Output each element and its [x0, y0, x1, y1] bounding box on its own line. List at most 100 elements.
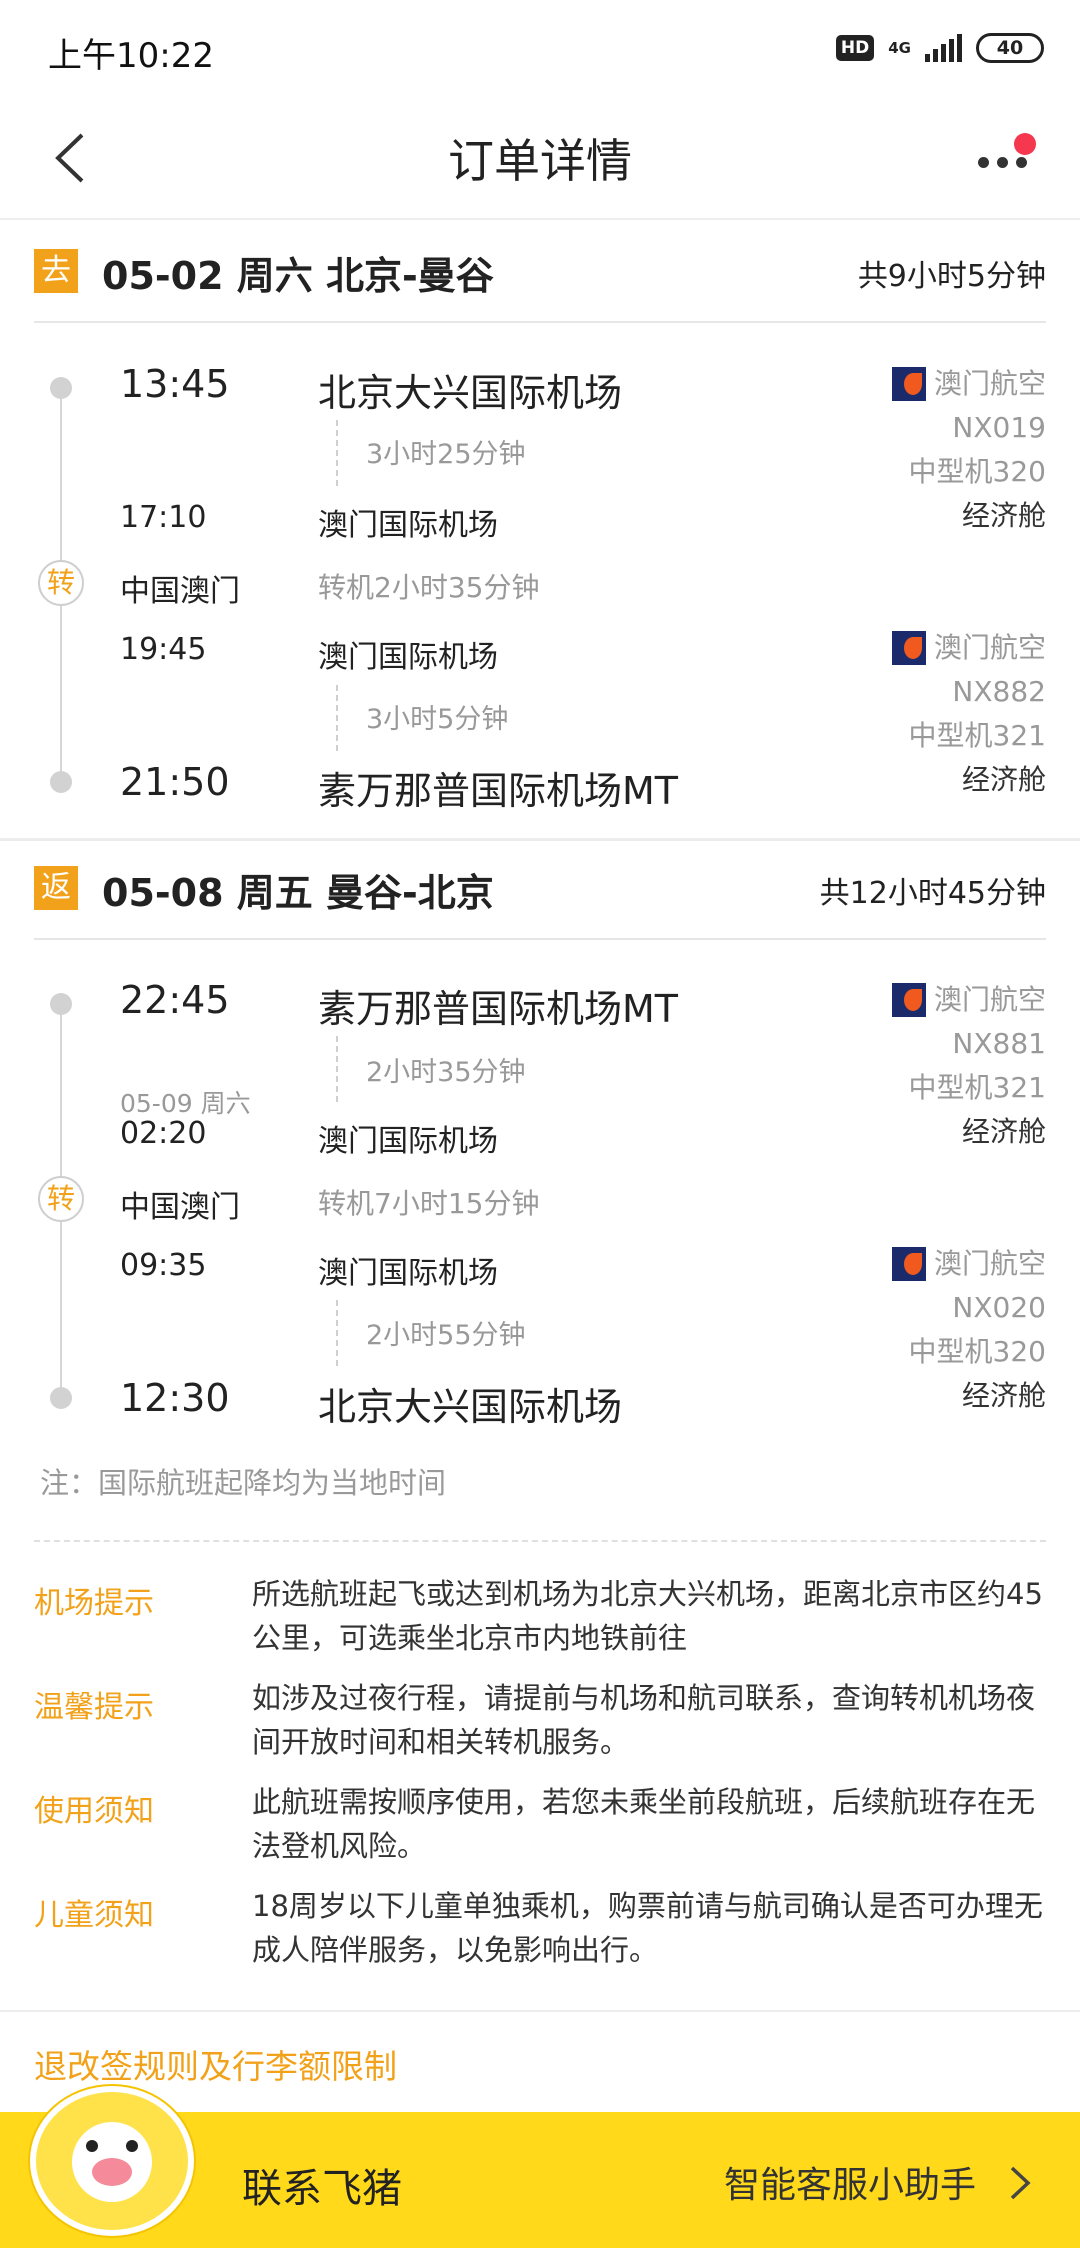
- airline-name: 澳门航空: [933, 367, 1046, 400]
- flight-duration: 3小时25分钟: [366, 439, 526, 470]
- timeline-dot: [50, 993, 72, 1015]
- airline-info: 澳门航空 NX881 中型机321 经济舱: [891, 978, 1046, 1154]
- arrival-airport: 澳门国际机场: [318, 1124, 498, 1159]
- arrival-airport: 北京大兴国际机场: [318, 1385, 623, 1429]
- chevron-right-svg: [1010, 2166, 1031, 2200]
- transfer-duration: 转机7小时15分钟: [318, 1187, 540, 1220]
- outbound-badge: 去: [34, 249, 78, 293]
- section-divider: [0, 2010, 1080, 2012]
- tip-label-warm: 温馨提示: [34, 1690, 154, 1725]
- airline-name: 澳门航空: [933, 983, 1046, 1016]
- transfer-duration: 转机2小时35分钟: [318, 571, 540, 604]
- tip-text-airport: 所选航班起飞或达到机场为北京大兴机场，距离北京市区约45公里，可选乘坐北京市内地…: [252, 1577, 1043, 1655]
- local-time-note: 注：国际航班起降均为当地时间: [40, 1466, 447, 1500]
- airline-logo: [891, 631, 926, 665]
- arrival-time: 02:20: [120, 1116, 207, 1151]
- airline-info: 澳门航空 NX020 中型机320 经济舱: [891, 1242, 1046, 1418]
- timeline-dot: [50, 1387, 72, 1409]
- return-badge: 返: [34, 866, 78, 910]
- outbound-title: 05-02 周六 北京-曼谷: [102, 254, 494, 298]
- timeline-dot: [50, 771, 72, 793]
- timeline-dot: [50, 377, 72, 399]
- tip-label-usage: 使用须知: [34, 1794, 154, 1829]
- mascot-face: [72, 2122, 152, 2202]
- hd-icon: HD: [835, 35, 875, 61]
- aircraft-type: 中型机321: [908, 1071, 1046, 1104]
- tip-label-children: 儿童须知: [34, 1898, 154, 1933]
- arrival-date: 05-09 周六: [120, 1089, 251, 1118]
- segment-dash: [336, 1300, 338, 1366]
- airline-logo: [891, 367, 926, 401]
- status-time: 上午10:22: [48, 36, 214, 76]
- flight-number: NX882: [952, 675, 1046, 708]
- departure-time: 22:45: [120, 978, 230, 1022]
- departure-airport: 北京大兴国际机场: [318, 371, 623, 415]
- nav-header: 订单详情: [0, 95, 1080, 220]
- refund-baggage-rules-link[interactable]: 退改签规则及行李额限制: [34, 2040, 397, 2088]
- arrival-airport: 素万那普国际机场MT: [318, 769, 678, 813]
- departure-time: 19:45: [120, 632, 207, 667]
- transfer-city: 中国澳门: [120, 574, 240, 609]
- divider: [34, 321, 1046, 323]
- more-icon: [978, 157, 1027, 168]
- battery-icon: 40: [976, 33, 1044, 63]
- airline-info: 澳门航空 NX882 中型机321 经济舱: [891, 626, 1046, 802]
- contact-fliggy-button[interactable]: 联系飞猪: [242, 2156, 402, 2214]
- tip-text-usage: 此航班需按顺序使用，若您未乘坐前段航班，后续航班存在无法登机风险。: [252, 1785, 1036, 1863]
- airline-logo: [891, 1247, 926, 1281]
- cabin-class: 经济舱: [961, 499, 1046, 532]
- tip-label-airport: 机场提示: [34, 1586, 154, 1621]
- page-title: 订单详情: [448, 134, 632, 188]
- airline-name: 澳门航空: [933, 1247, 1046, 1280]
- flight-duration: 3小时5分钟: [366, 704, 509, 735]
- signal-icon: [925, 34, 962, 62]
- segment-dash: [336, 1036, 338, 1102]
- flight-duration: 2小时55分钟: [366, 1320, 526, 1351]
- order-detail-page: 上午10:22 HD 4G 40 订单详情 去 05-02 周六 北京-曼谷 共…: [0, 0, 1080, 2248]
- return-title: 05-08 周五 曼谷-北京: [102, 871, 494, 915]
- tip-text-warm: 如涉及过夜行程，请提前与机场和航司联系，查询转机机场夜间开放时间和相关转机服务。: [252, 1681, 1036, 1759]
- segment-dash: [336, 685, 338, 751]
- airline-logo: [891, 983, 926, 1017]
- cabin-class: 经济舱: [961, 1115, 1046, 1148]
- mascot-avatar: [30, 2086, 194, 2236]
- flight-number: NX020: [952, 1291, 1046, 1324]
- more-button[interactable]: [968, 125, 1040, 195]
- arrival-time: 17:10: [120, 500, 207, 535]
- segment-dash: [336, 420, 338, 486]
- mascot-eye: [126, 2140, 138, 2152]
- dashed-divider: [34, 1540, 1046, 1542]
- status-icons: HD 4G 40: [835, 30, 1044, 66]
- transfer-icon: 转: [38, 560, 84, 606]
- transfer-city: 中国澳门: [120, 1190, 240, 1225]
- arrival-airport: 澳门国际机场: [318, 508, 498, 543]
- aircraft-type: 中型机320: [908, 1335, 1046, 1368]
- status-bar: 上午10:22 HD 4G 40: [0, 0, 1080, 95]
- mascot-eye: [86, 2140, 98, 2152]
- departure-airport: 澳门国际机场: [318, 640, 498, 675]
- section-divider: [0, 838, 1080, 841]
- flight-duration: 2小时35分钟: [366, 1057, 526, 1088]
- return-header: 返 05-08 周五 曼谷-北京 共12小时45分钟: [0, 842, 1080, 937]
- mascot-nose: [92, 2158, 132, 2186]
- cabin-class: 经济舱: [961, 763, 1046, 796]
- return-total-duration: 共12小时45分钟: [819, 876, 1046, 911]
- airline-name: 澳门航空: [933, 631, 1046, 664]
- chevron-right-icon[interactable]: [1000, 2160, 1040, 2206]
- cabin-class: 经济舱: [961, 1379, 1046, 1412]
- aircraft-type: 中型机320: [908, 455, 1046, 488]
- flight-number: NX881: [952, 1027, 1046, 1060]
- network-type: 4G: [888, 39, 911, 57]
- divider: [34, 938, 1046, 940]
- departure-time: 13:45: [120, 362, 230, 406]
- transfer-icon: 转: [38, 1176, 84, 1222]
- smart-assistant-button[interactable]: 智能客服小助手: [724, 2156, 976, 2208]
- departure-time: 09:35: [120, 1248, 207, 1283]
- outbound-header: 去 05-02 周六 北京-曼谷 共9小时5分钟: [0, 225, 1080, 320]
- departure-airport: 素万那普国际机场MT: [318, 987, 678, 1031]
- arrival-time: 12:30: [120, 1376, 230, 1420]
- aircraft-type: 中型机321: [908, 719, 1046, 752]
- outbound-total-duration: 共9小时5分钟: [857, 259, 1046, 294]
- notification-dot: [1014, 133, 1036, 155]
- tip-text-children: 18周岁以下儿童单独乘机，购票前请与航司确认是否可办理无成人陪伴服务，以免影响出…: [252, 1889, 1043, 1967]
